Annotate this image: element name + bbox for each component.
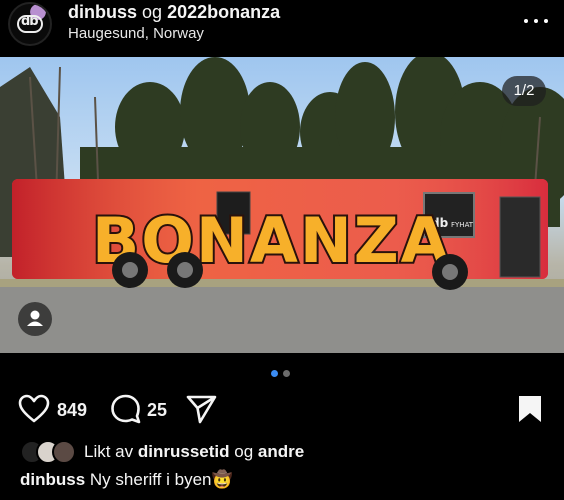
liker-avatar[interactable]: [52, 440, 76, 464]
post-photo[interactable]: db FYHAT BONANZA 1/2: [0, 57, 564, 353]
liked-by-joiner: og: [234, 442, 254, 461]
liked-by-username[interactable]: dinrussetid: [138, 442, 230, 461]
bus-sticker-text: FYHAT: [451, 221, 474, 229]
author-avatar[interactable]: db: [8, 2, 52, 46]
liked-by-text: Likt av dinrussetid og andre: [84, 442, 304, 462]
liked-by-row: Likt av dinrussetid og andre: [20, 440, 560, 464]
caption-text: Ny sheriff i byen: [89, 470, 212, 489]
bus-photo-illustration: db FYHAT BONANZA: [0, 57, 564, 353]
liked-by-others[interactable]: andre: [258, 442, 304, 461]
more-icon[interactable]: [524, 10, 548, 30]
like-count[interactable]: 849: [57, 400, 87, 421]
heart-icon[interactable]: [18, 394, 50, 424]
carousel-dot: [283, 370, 290, 377]
collaborator-username[interactable]: 2022bonanza: [167, 2, 280, 22]
post-caption: dinbuss Ny sheriff i byen🤠: [20, 470, 233, 490]
post-title-line: dinbuss og 2022bonanza: [68, 2, 280, 23]
share-icon[interactable]: [186, 394, 218, 424]
comment-icon[interactable]: [110, 394, 142, 424]
db-logo: db: [17, 14, 43, 33]
author-username[interactable]: dinbuss: [68, 2, 137, 22]
media-counter: 1/2: [502, 76, 546, 106]
author-joiner: og: [142, 2, 163, 22]
post-location[interactable]: Haugesund, Norway: [68, 25, 204, 42]
cowboy-emoji-icon: 🤠: [211, 470, 233, 489]
action-bar: 849 25: [0, 390, 564, 430]
bookmark-icon[interactable]: [517, 394, 543, 424]
caption-username[interactable]: dinbuss: [20, 470, 85, 489]
carousel-dots: [271, 370, 293, 378]
comment-count[interactable]: 25: [147, 400, 167, 421]
post-header: db dinbuss og 2022bonanza Haugesund, Nor…: [0, 0, 564, 56]
liked-by-prefix: Likt av: [84, 442, 134, 461]
person-tag-icon[interactable]: [18, 302, 52, 336]
carousel-dot-active: [271, 370, 278, 377]
